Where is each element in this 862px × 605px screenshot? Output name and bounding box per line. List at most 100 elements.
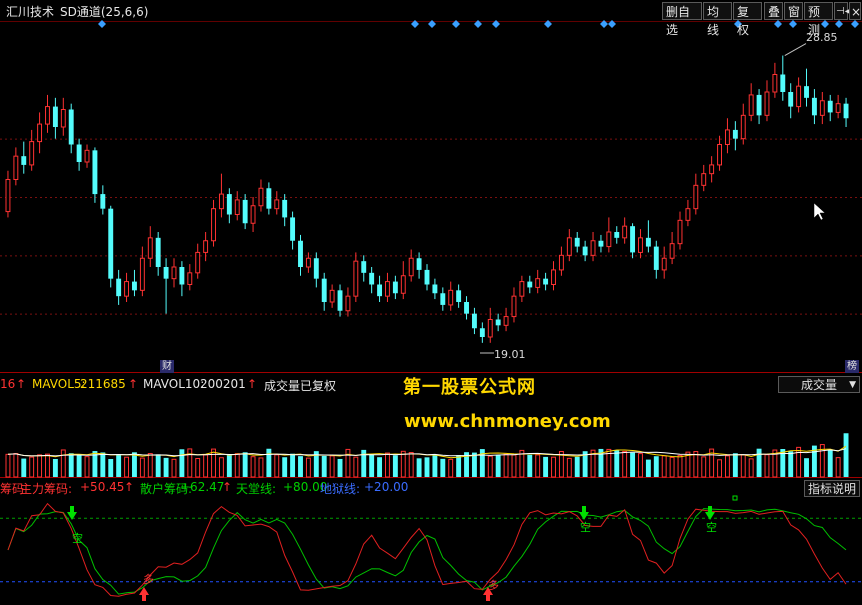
- candle-body: [171, 266, 177, 280]
- volume-bar: [764, 454, 770, 478]
- candle-body: [321, 278, 327, 302]
- candle-body: [653, 246, 659, 270]
- volume-bar: [748, 458, 754, 478]
- overlay-button[interactable]: 叠: [764, 2, 783, 20]
- volume-bar: [487, 455, 493, 478]
- candle-body: [305, 257, 311, 268]
- candle-body: [242, 199, 248, 224]
- buy-arrow-icon: [142, 595, 146, 601]
- indicator-name: SD通道(25,6,6): [60, 5, 149, 19]
- volume-bar: [566, 457, 572, 478]
- indicator-explain-button[interactable]: 指标说明: [804, 480, 860, 497]
- candle-body: [527, 281, 533, 288]
- candle-body: [211, 208, 216, 242]
- candle-body: [598, 240, 604, 247]
- candle-body: [645, 237, 651, 247]
- volume-bar: [37, 454, 43, 478]
- mouse-cursor-icon: [813, 202, 826, 221]
- main-chips-line: [7, 502, 847, 597]
- volume-bar: [282, 457, 288, 477]
- volume-bar: [843, 433, 849, 477]
- candle-body: [772, 74, 778, 93]
- volume-bar: [290, 453, 296, 477]
- volume-bar: [385, 452, 390, 478]
- hell-line-value: +20.00: [364, 480, 409, 494]
- retail-chips-line: [7, 508, 847, 595]
- sell-signal-label: 空: [706, 521, 717, 534]
- candle-body: [353, 260, 359, 297]
- up-arrow-icon: ↑: [16, 377, 27, 391]
- watermark-title: 第一股票公式网: [403, 377, 536, 398]
- volume-bar: [179, 449, 185, 477]
- stock-name: 汇川技术: [6, 5, 55, 19]
- candle-body: [139, 257, 145, 291]
- pin-icon[interactable]: ⊣◀: [834, 2, 852, 20]
- chart-canvas[interactable]: [0, 0, 862, 605]
- candle-body: [369, 272, 375, 285]
- candle-body: [179, 267, 185, 285]
- volume-bar: [495, 454, 501, 477]
- buy-arrow-icon: [486, 595, 490, 601]
- volume-bar: [211, 448, 216, 478]
- retail-chips-value: +62.47: [180, 480, 225, 494]
- sell-signal-label: 空: [72, 532, 83, 545]
- candle-body: [203, 240, 209, 253]
- candle-body: [345, 295, 351, 312]
- candle-body: [701, 173, 707, 186]
- volume-bar: [52, 458, 58, 477]
- volume-bar: [45, 453, 50, 478]
- volume-bar: [337, 458, 343, 477]
- volume-bar: [321, 455, 327, 477]
- candle-body: [440, 293, 446, 305]
- volume-bar: [788, 451, 794, 477]
- candle-body: [780, 74, 786, 92]
- volume-bar: [622, 450, 628, 478]
- candle-body: [187, 272, 193, 286]
- candle-body: [37, 123, 43, 143]
- mavol5-value: 211685: [80, 377, 126, 391]
- volume-bar: [218, 457, 224, 478]
- candle-body: [195, 251, 201, 274]
- volume-bar: [250, 456, 256, 478]
- finance-badge[interactable]: 财: [160, 360, 174, 373]
- adjust-price-button[interactable]: 复权: [733, 2, 762, 37]
- candle-body: [487, 319, 493, 338]
- candle-body: [464, 302, 469, 314]
- volume-bar: [147, 453, 153, 478]
- volume-bar: [329, 455, 335, 478]
- forecast-button[interactable]: 预测: [804, 2, 833, 37]
- candle-body: [566, 237, 572, 256]
- candle-body: [811, 97, 817, 116]
- close-icon[interactable]: ×: [849, 2, 861, 20]
- volume-select[interactable]: 成交量 ▼: [778, 376, 860, 393]
- indicator-header: 筹码 主力筹码: +50.45 ↑ 散户筹码: +62.47 ↑ 天堂线: +8…: [0, 479, 862, 497]
- window-button[interactable]: 窗: [784, 2, 803, 20]
- candle-body: [606, 231, 612, 248]
- volume-bar: [574, 456, 580, 477]
- moving-average-button[interactable]: 均线: [703, 2, 732, 37]
- candle-body: [709, 164, 715, 175]
- candle-body: [511, 295, 517, 318]
- candle-body: [519, 281, 525, 297]
- candle-body: [543, 278, 549, 285]
- volume-bar: [527, 454, 533, 477]
- ranking-badge[interactable]: 榜: [845, 360, 859, 373]
- volume-bar: [392, 455, 398, 477]
- volume-bar: [100, 452, 106, 477]
- chevron-down-icon: ▼: [849, 380, 856, 390]
- candle-body: [100, 194, 106, 209]
- candle-body: [638, 237, 643, 253]
- remove-watchlist-button[interactable]: 删自选: [662, 2, 702, 37]
- volume-bar: [661, 455, 667, 478]
- volume-bar: [645, 459, 651, 477]
- candle-body: [764, 91, 770, 116]
- candle-body: [5, 179, 11, 213]
- volume-bar: [653, 456, 659, 477]
- sell-arrow-icon: [67, 512, 77, 520]
- volume-bar: [503, 453, 509, 478]
- volume-bar: [234, 453, 240, 478]
- candle-body: [669, 243, 675, 259]
- candle-body: [234, 199, 240, 216]
- up-arrow-icon: ↑: [247, 377, 258, 391]
- volume-bar: [456, 455, 462, 477]
